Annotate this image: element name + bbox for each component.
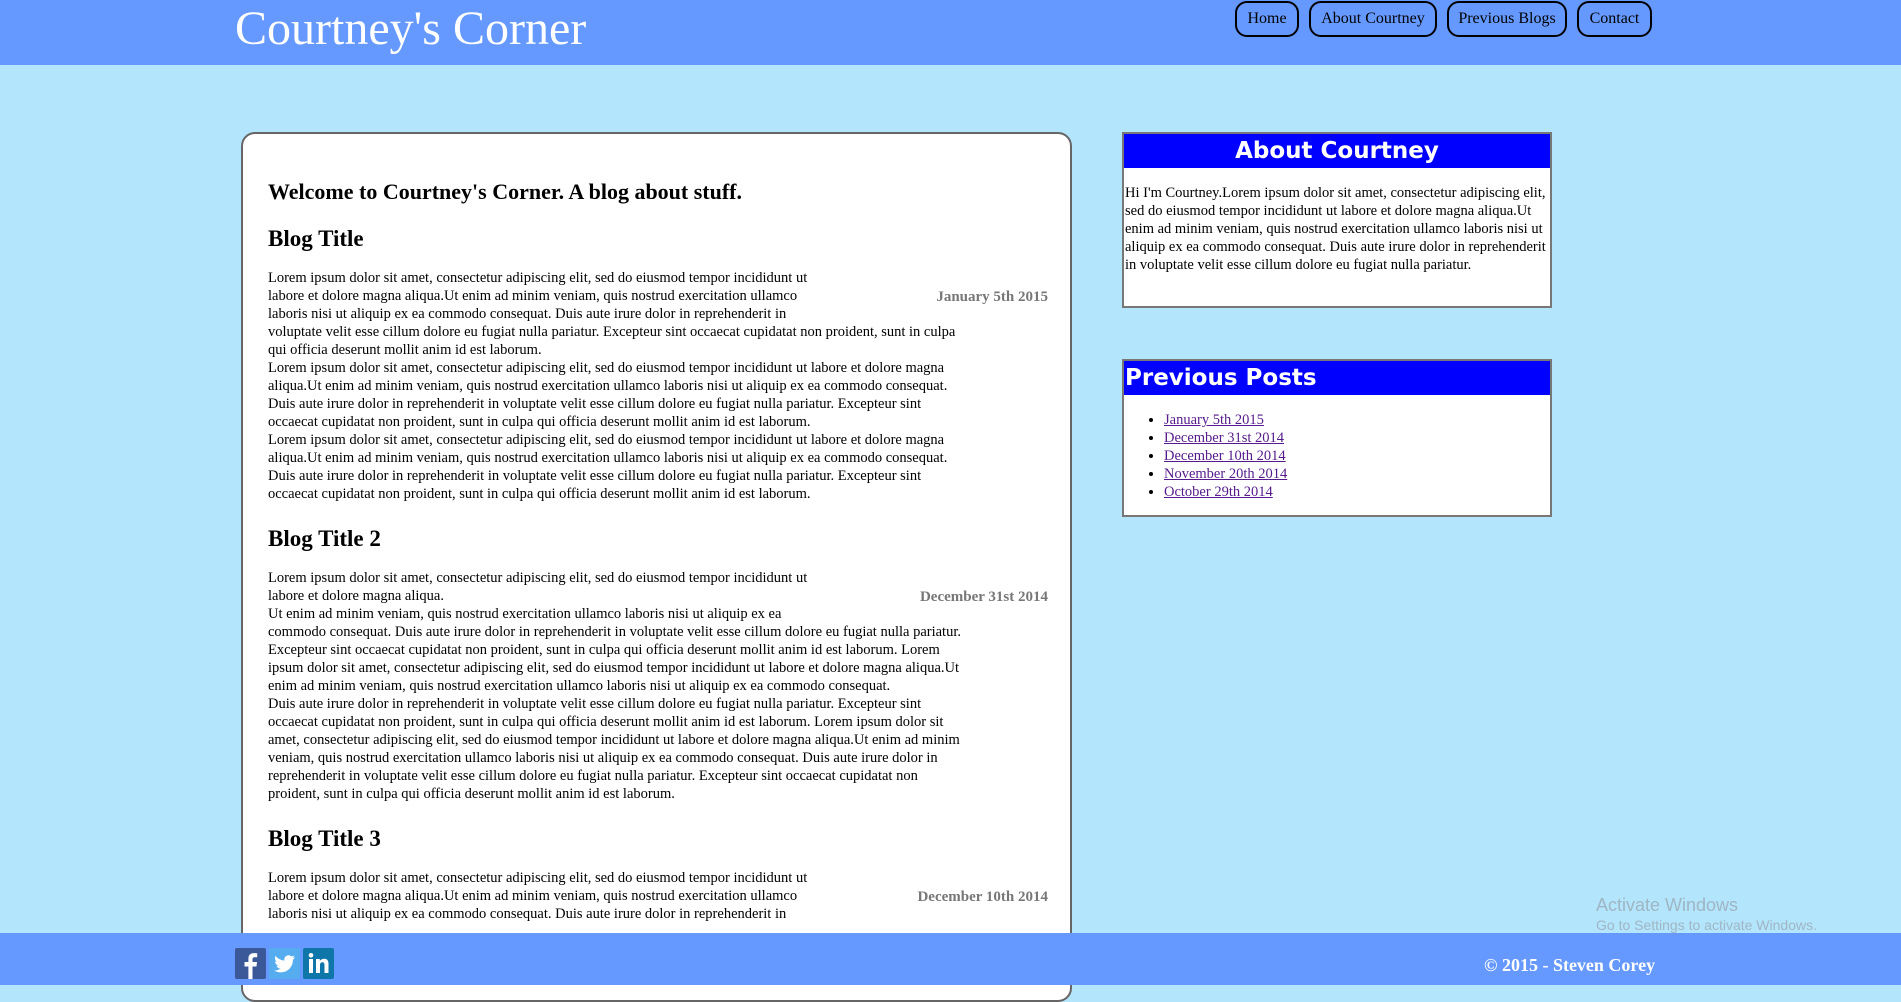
post-text-line: commodo consequat. Duis aute irure dolor…	[268, 624, 961, 640]
site-footer: © 2015 - Steven Corey	[0, 933, 1901, 985]
twitter-icon[interactable]	[269, 948, 300, 979]
activate-windows-subtitle: Go to Settings to activate Windows.	[1596, 917, 1817, 933]
previous-posts-heading: Previous Posts	[1124, 361, 1550, 395]
post-text-line: labore et dolore magna aliqua.Ut enim ad…	[268, 288, 798, 304]
post-body: Lorem ipsum dolor sit amet, consectetur …	[268, 269, 1048, 503]
post-text-line: laboris nisi ut aliquip ex ea commodo co…	[268, 306, 787, 322]
post-title: Blog Title 3	[268, 826, 381, 851]
previous-post-link[interactable]: December 10th 2014	[1164, 448, 1286, 464]
post-text-line: veniam, quis nostrud exercitation ullamc…	[268, 750, 938, 766]
post-text-line: ipsum dolor sit amet, consectetur adipis…	[268, 660, 960, 676]
post-text-line: Lorem ipsum dolor sit amet, consectetur …	[268, 570, 808, 586]
welcome-heading: Welcome to Courtney's Corner. A blog abo…	[268, 179, 743, 204]
about-heading: About Courtney	[1124, 134, 1550, 168]
post-text-line: Lorem ipsum dolor sit amet, consectetur …	[268, 432, 945, 448]
previous-posts-list: January 5th 2015 December 31st 2014 Dece…	[1124, 411, 1550, 501]
post-text-line: proident, sunt in culpa qui officia dese…	[268, 786, 675, 802]
previous-post-link[interactable]: October 29th 2014	[1164, 484, 1273, 500]
blog-main-card: Welcome to Courtney's Corner. A blog abo…	[241, 132, 1072, 1002]
post-text-line: aliqua.Ut enim ad minim veniam, quis nos…	[268, 450, 948, 466]
post-body: Lorem ipsum dolor sit amet, consectetur …	[268, 569, 1048, 803]
copyright-text: © 2015 - Steven Corey	[1484, 955, 1656, 975]
post-text-line: Duis aute irure dolor in reprehenderit i…	[268, 396, 922, 412]
post-text-line: amet, consectetur adipiscing elit, sed d…	[268, 732, 960, 748]
main-nav: Home About Courtney Previous Blogs Conta…	[0, 1, 1901, 41]
post-text-line: Lorem ipsum dolor sit amet, consectetur …	[268, 360, 945, 376]
post-text-line: labore et dolore magna aliqua.	[268, 588, 444, 604]
about-text: Hi I'm Courtney.Lorem ipsum dolor sit am…	[1125, 185, 1546, 273]
post-text-line: Lorem ipsum dolor sit amet, consectetur …	[268, 870, 808, 886]
post-text-line: labore et dolore magna aliqua.Ut enim ad…	[268, 888, 798, 904]
post-text-line: occaecat cupidatat non proident, sunt in…	[268, 414, 811, 430]
nav-about-button[interactable]: About Courtney	[1309, 1, 1437, 37]
post-text-line: laboris nisi ut aliquip ex ea commodo co…	[268, 906, 787, 922]
nav-contact-button[interactable]: Contact	[1577, 1, 1652, 37]
list-item: November 20th 2014	[1164, 465, 1550, 483]
previous-post-link[interactable]: January 5th 2015	[1164, 412, 1264, 428]
post-text-line: Excepteur sint occaecat cupidatat non pr…	[268, 642, 940, 658]
previous-post-link[interactable]: December 31st 2014	[1164, 430, 1284, 446]
nav-previous-blogs-button[interactable]: Previous Blogs	[1447, 1, 1567, 37]
list-item: October 29th 2014	[1164, 483, 1550, 501]
activate-windows-title: Activate Windows	[1596, 895, 1739, 915]
post-text-line: Duis aute irure dolor in reprehenderit i…	[268, 468, 922, 484]
list-item: December 10th 2014	[1164, 447, 1550, 465]
list-item: January 5th 2015	[1164, 411, 1550, 429]
post-text-line: Ut enim ad minim veniam, quis nostrud ex…	[268, 606, 782, 622]
post-title: Blog Title 2	[268, 526, 381, 551]
post-text-line: qui officia deserunt mollit anim id est …	[268, 342, 542, 358]
post-text-line: Lorem ipsum dolor sit amet, consectetur …	[268, 270, 808, 286]
previous-posts-box: Previous Posts January 5th 2015 December…	[1122, 359, 1552, 517]
linkedin-icon[interactable]	[303, 948, 334, 979]
post-text-line: Duis aute irure dolor in reprehenderit i…	[268, 696, 922, 712]
list-item: December 31st 2014	[1164, 429, 1550, 447]
post-text-line: occaecat cupidatat non proident, sunt in…	[268, 486, 811, 502]
post-text-line: occaecat cupidatat non proident, sunt in…	[268, 714, 944, 730]
facebook-icon[interactable]	[235, 948, 266, 979]
nav-home-button[interactable]: Home	[1235, 1, 1299, 37]
site-header: Courtney's Corner Home About Courtney Pr…	[0, 0, 1901, 65]
post-text-line: aliqua.Ut enim ad minim veniam, quis nos…	[268, 378, 948, 394]
post-title: Blog Title	[268, 226, 364, 251]
about-courtney-box: About Courtney Hi I'm Courtney.Lorem ips…	[1122, 132, 1552, 308]
post-text-line: enim ad minim veniam, quis nostrud exerc…	[268, 678, 891, 694]
previous-post-link[interactable]: November 20th 2014	[1164, 466, 1287, 482]
post-text-line: reprehenderit in voluptate velit esse ci…	[268, 768, 918, 784]
post-text-line: voluptate velit esse cillum dolore eu fu…	[268, 324, 956, 340]
post-body: Lorem ipsum dolor sit amet, consectetur …	[268, 869, 1048, 923]
activate-windows-watermark: Activate Windows Go to Settings to activ…	[1596, 894, 1817, 934]
